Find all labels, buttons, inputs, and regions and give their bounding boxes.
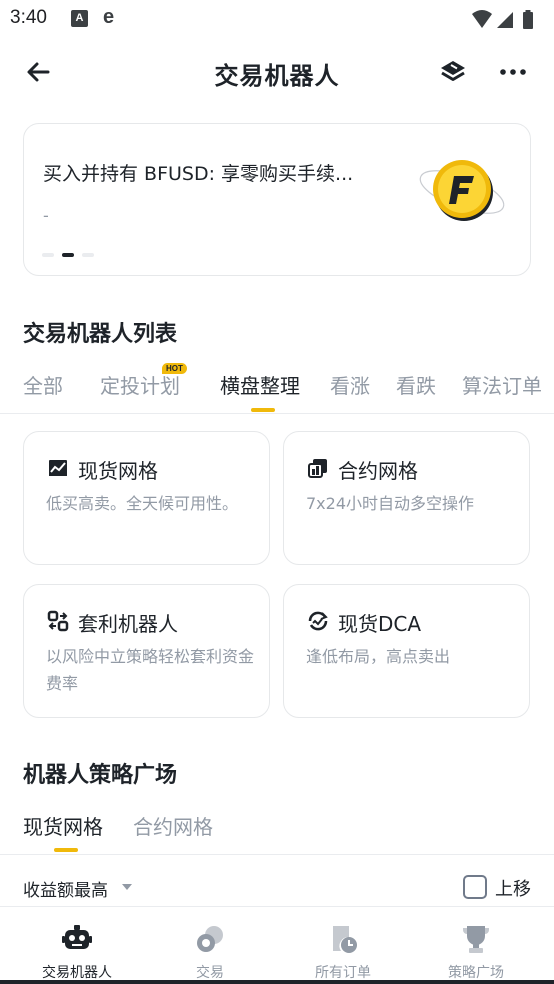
top-bar: 交易机器人	[0, 44, 554, 100]
futures-grid-icon	[307, 457, 329, 479]
card-futures-grid[interactable]: 合约网格 7x24小时自动多空操作	[283, 431, 530, 565]
signal-icon	[497, 12, 513, 28]
tab-indicator	[54, 848, 78, 852]
nav-item-all-orders[interactable]: 所有订单	[274, 907, 412, 984]
promo-banner[interactable]: 买入并持有 BFUSD: 享零购买手续... -	[23, 123, 531, 276]
spot-grid-icon	[47, 457, 69, 479]
card-spot-dca[interactable]: 现货DCA 逢低布局，高点卖出	[283, 584, 530, 718]
robot-icon	[61, 923, 93, 955]
bot-category-tabs: 全部 定投计划 HOT 横盘整理 看涨 看跌 算法订单	[23, 363, 554, 414]
hot-badge: HOT	[162, 363, 187, 374]
card-title: 套利机器人	[78, 612, 178, 636]
bfusd-coin-icon	[416, 152, 512, 228]
trophy-icon	[460, 923, 492, 955]
more-icon[interactable]	[497, 56, 529, 88]
bot-list-title: 交易机器人列表	[23, 322, 178, 347]
nav-item-strategy-plaza[interactable]: 策略广场	[407, 907, 545, 984]
strategy-plaza-title: 机器人策略广场	[23, 763, 178, 788]
banner-subtitle: -	[43, 206, 49, 225]
nav-label: 交易	[196, 965, 224, 981]
status-bar: 3:40 A e	[0, 0, 554, 40]
status-time: 3:40	[10, 7, 47, 28]
tab-bearish[interactable]: 看跌	[396, 370, 436, 399]
sort-dropdown[interactable]: 收益额最高	[23, 876, 108, 901]
nav-item-trading-bots[interactable]: 交易机器人	[8, 907, 146, 984]
tab-label: 定投计划	[100, 374, 180, 398]
dca-icon	[307, 610, 329, 632]
status-right-icons	[470, 8, 540, 36]
card-spot-grid[interactable]: 现货网格 低买高卖。全天候可用性。	[23, 431, 270, 565]
arbitrage-icon	[47, 610, 69, 632]
strategy-tabs: 现货网格 合约网格	[23, 809, 554, 854]
divider	[0, 413, 554, 414]
tab-algo-orders[interactable]: 算法订单	[462, 370, 542, 399]
card-title: 现货DCA	[338, 612, 422, 636]
nav-label: 策略广场	[448, 965, 504, 981]
tab-futures-grid[interactable]: 合约网格	[133, 811, 213, 840]
card-description: 7x24小时自动多空操作	[306, 494, 475, 513]
trade-icon	[194, 923, 226, 955]
tab-dca-plan[interactable]: 定投计划 HOT	[100, 363, 187, 399]
layers-icon[interactable]	[437, 56, 469, 88]
card-title: 现货网格	[78, 459, 158, 483]
edge-browser-icon: e	[103, 6, 115, 28]
orders-icon	[327, 923, 359, 955]
card-description: 逢低布局，高点卖出	[306, 647, 451, 666]
tab-indicator	[251, 408, 275, 412]
card-title: 合约网格	[338, 459, 418, 483]
home-indicator	[0, 980, 554, 984]
nav-label: 所有订单	[315, 965, 371, 981]
nav-label: 交易机器人	[42, 965, 112, 981]
checkbox-label: 上移	[495, 879, 531, 900]
battery-icon	[523, 10, 533, 29]
card-description: 以风险中立策略轻松套利资金费率	[46, 647, 255, 693]
tab-spot-grid[interactable]: 现货网格	[23, 811, 103, 840]
wifi-icon	[472, 10, 492, 28]
tab-bullish[interactable]: 看涨	[330, 370, 370, 399]
sort-bar: 收益额最高 上移	[0, 868, 554, 906]
tab-sideways[interactable]: 横盘整理	[220, 370, 300, 399]
chevron-down-icon[interactable]	[122, 884, 132, 890]
carousel-dot	[42, 253, 54, 257]
tab-all[interactable]: 全部	[23, 370, 63, 399]
carousel-dot	[82, 253, 94, 257]
move-up-checkbox[interactable]	[463, 875, 487, 899]
carousel-dot-active	[62, 253, 74, 257]
card-description: 低买高卖。全天候可用性。	[46, 494, 239, 513]
card-arbitrage-bot[interactable]: 套利机器人 以风险中立策略轻松套利资金费率	[23, 584, 270, 718]
nav-item-trade[interactable]: 交易	[141, 907, 279, 984]
font-a-icon: A	[71, 10, 88, 27]
page-title: 交易机器人	[214, 62, 340, 90]
bottom-nav: 交易机器人 交易 所有订单 策略广场	[0, 906, 554, 984]
divider	[0, 854, 554, 855]
banner-title: 买入并持有 BFUSD: 享零购买手续...	[43, 163, 354, 185]
